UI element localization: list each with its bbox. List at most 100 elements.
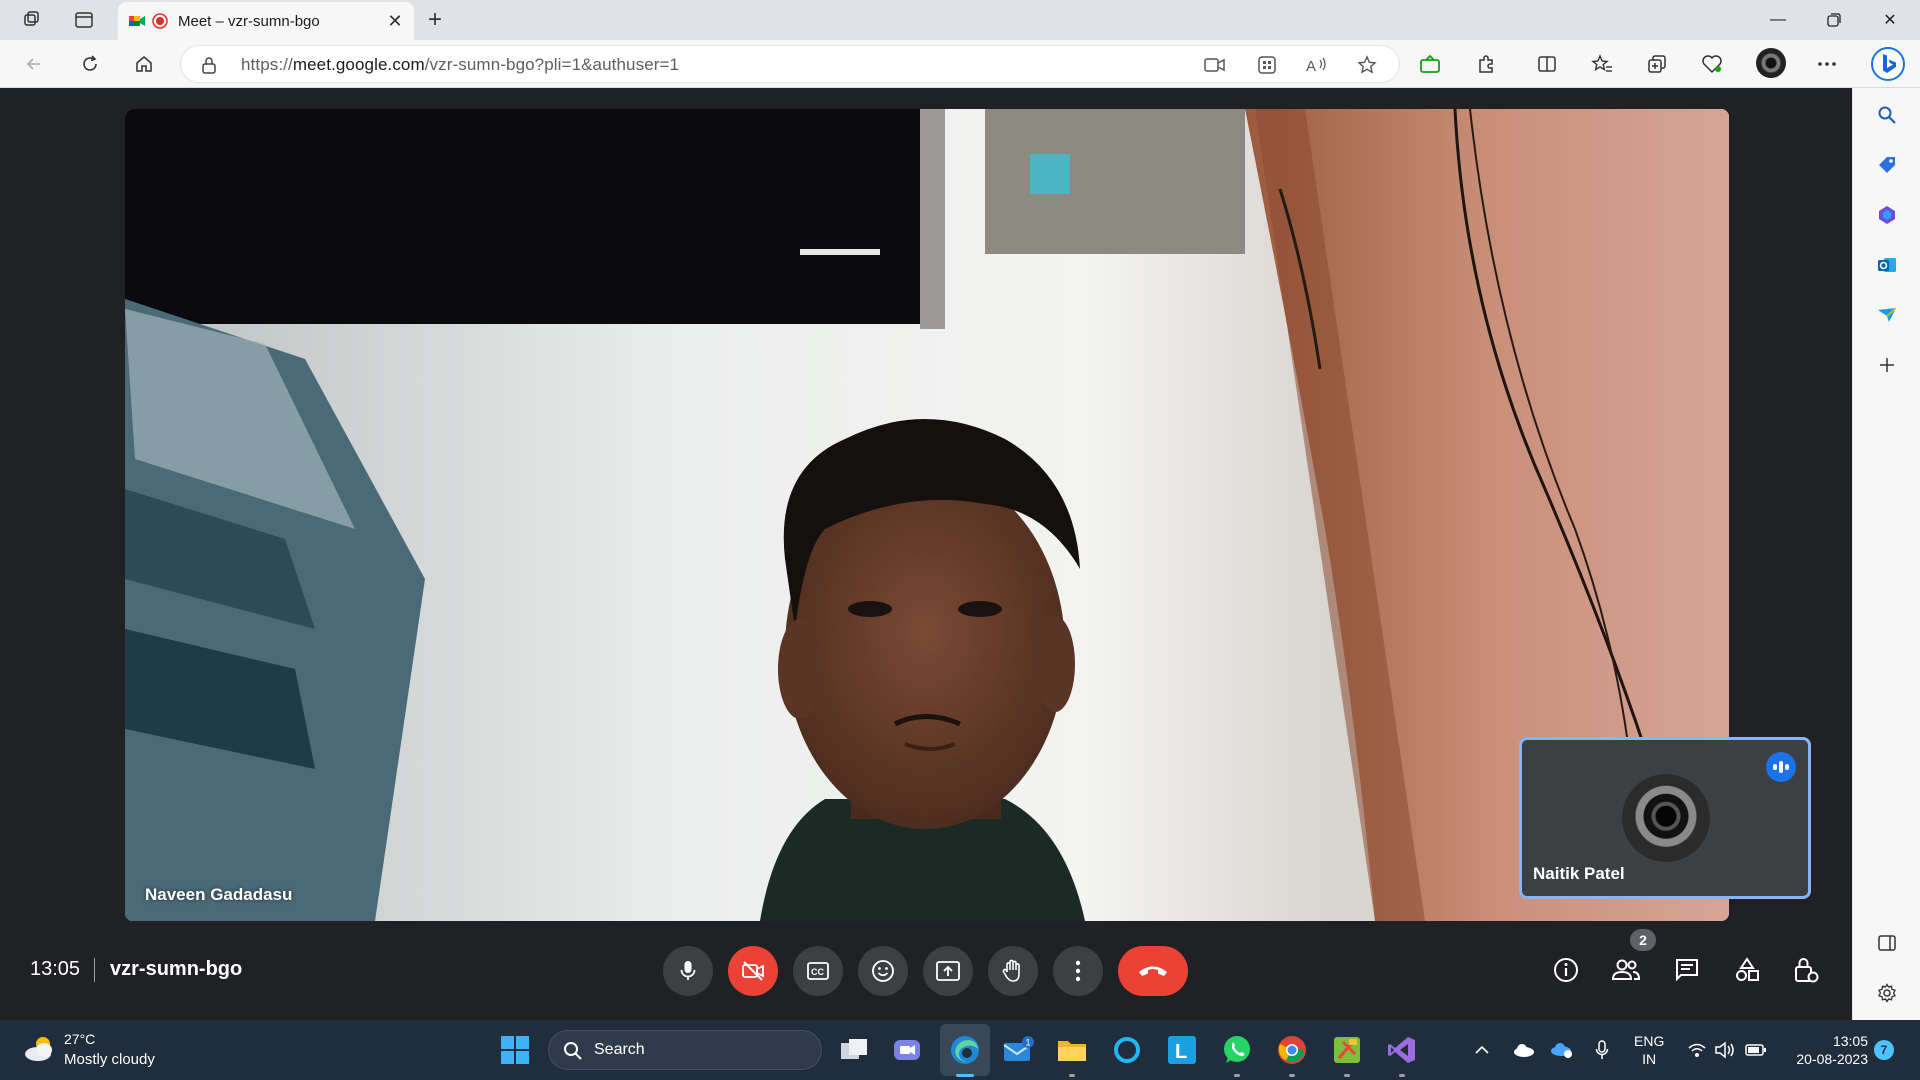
weather-description[interactable]: Mostly cloudy bbox=[64, 1051, 155, 1068]
taskbar-search[interactable]: Search bbox=[548, 1030, 822, 1070]
minimize-icon[interactable]: — bbox=[1750, 0, 1806, 40]
camera-toggle-button[interactable] bbox=[728, 946, 778, 996]
m365-icon[interactable] bbox=[1872, 200, 1902, 230]
cortana-icon[interactable] bbox=[1109, 1032, 1145, 1068]
volume-icon[interactable] bbox=[1713, 1038, 1737, 1062]
mic-icon bbox=[680, 961, 696, 980]
teams-chat-icon[interactable] bbox=[889, 1032, 925, 1068]
task-view-icon[interactable] bbox=[836, 1032, 872, 1068]
meeting-code[interactable]: vzr-sumn-bgo bbox=[110, 958, 242, 981]
notification-badge[interactable]: 7 bbox=[1874, 1040, 1894, 1060]
edge-sidebar bbox=[1852, 88, 1920, 1020]
start-icon[interactable] bbox=[497, 1032, 533, 1068]
explorer-running-dot bbox=[1069, 1074, 1075, 1077]
activities-button[interactable] bbox=[1725, 948, 1769, 992]
host-controls-button[interactable] bbox=[1784, 948, 1828, 992]
mail-badge: 1 bbox=[1026, 1038, 1031, 1048]
chat-button[interactable] bbox=[1665, 948, 1709, 992]
add-icon[interactable] bbox=[1872, 350, 1902, 380]
more-options-button[interactable] bbox=[1053, 946, 1103, 996]
raise-hand-button[interactable] bbox=[988, 946, 1038, 996]
search-icon bbox=[564, 1042, 582, 1060]
more-options-icon bbox=[1075, 960, 1081, 982]
whatsapp-icon[interactable] bbox=[1219, 1032, 1255, 1068]
outlook-icon[interactable] bbox=[1872, 250, 1902, 280]
vs-running-dot bbox=[1399, 1074, 1405, 1077]
restore-icon[interactable] bbox=[1806, 0, 1862, 40]
address-bar[interactable]: https://meet.google.com/vzr-sumn-bgo?pli… bbox=[180, 45, 1400, 83]
chrome-icon[interactable] bbox=[1274, 1032, 1310, 1068]
battery-icon[interactable] bbox=[1744, 1038, 1768, 1062]
chat-icon bbox=[1676, 959, 1698, 982]
new-tab-icon[interactable]: + bbox=[422, 8, 448, 32]
raise-hand-icon bbox=[1002, 959, 1020, 982]
emoji-icon bbox=[872, 960, 894, 982]
language-indicator[interactable]: ENG IN bbox=[1634, 1032, 1664, 1068]
profile-avatar[interactable] bbox=[1756, 48, 1786, 78]
camera-off-icon bbox=[742, 961, 764, 981]
onedrive-sync-icon[interactable] bbox=[1550, 1038, 1574, 1062]
favorites-icon[interactable] bbox=[1587, 49, 1617, 79]
read-aloud-icon[interactable]: A bbox=[1305, 53, 1329, 77]
browser-essentials-icon[interactable] bbox=[1697, 49, 1727, 79]
settings-icon[interactable] bbox=[1872, 978, 1902, 1008]
participant-avatar bbox=[1622, 774, 1710, 862]
meet-favicon-icon bbox=[129, 16, 145, 26]
activities-icon bbox=[1736, 957, 1759, 981]
present-button[interactable] bbox=[923, 946, 973, 996]
whatsapp-running-dot bbox=[1234, 1074, 1240, 1077]
tab-meet[interactable]: Meet – vzr-sumn-bgo ✕ bbox=[118, 2, 414, 40]
extension-green-icon[interactable] bbox=[1415, 49, 1445, 79]
main-participant-name: Naveen Gadadasu bbox=[145, 885, 293, 904]
collections-icon[interactable] bbox=[1642, 49, 1672, 79]
camera-feed bbox=[125, 109, 1729, 921]
favorite-star-icon[interactable] bbox=[1355, 53, 1379, 77]
captions-icon: CC bbox=[807, 962, 829, 980]
split-screen-icon[interactable] bbox=[1532, 49, 1562, 79]
chevron-up-icon[interactable] bbox=[1470, 1038, 1494, 1062]
language-code: ENG bbox=[1634, 1033, 1665, 1049]
edge-icon[interactable] bbox=[947, 1032, 983, 1068]
workspaces-icon[interactable] bbox=[14, 6, 50, 34]
cloudy-weather-icon[interactable] bbox=[22, 1034, 58, 1064]
people-button[interactable] bbox=[1604, 948, 1648, 992]
mic-button[interactable] bbox=[663, 946, 713, 996]
camera-icon[interactable] bbox=[1203, 53, 1227, 77]
pip-participant-name: Naitik Patel bbox=[1533, 864, 1625, 883]
participant-tile[interactable]: Naitik Patel bbox=[1519, 737, 1811, 899]
weather-temperature[interactable]: 27°C bbox=[64, 1031, 95, 1047]
url-text: https://meet.google.com/vzr-sumn-bgo?pli… bbox=[241, 55, 680, 74]
tab-close-icon[interactable]: ✕ bbox=[386, 11, 404, 32]
mail-icon[interactable]: 1 bbox=[1000, 1032, 1036, 1068]
microphone-tray-icon[interactable] bbox=[1590, 1038, 1614, 1062]
app-available-icon[interactable] bbox=[1255, 53, 1279, 77]
extensions-icon[interactable] bbox=[1471, 49, 1501, 79]
search-icon[interactable] bbox=[1872, 100, 1902, 130]
refresh-icon[interactable] bbox=[74, 48, 106, 80]
visual-studio-icon[interactable] bbox=[1384, 1032, 1420, 1068]
search-label: Search bbox=[594, 1041, 645, 1058]
svg-text:CC: CC bbox=[811, 967, 824, 977]
send-icon[interactable] bbox=[1872, 300, 1902, 330]
chrome-running-dot bbox=[1289, 1074, 1295, 1077]
file-explorer-icon[interactable] bbox=[1054, 1032, 1090, 1068]
shopping-tag-icon[interactable] bbox=[1872, 150, 1902, 180]
tab-actions-icon[interactable] bbox=[66, 6, 102, 34]
meeting-details-button[interactable] bbox=[1544, 948, 1588, 992]
tools-app-icon[interactable] bbox=[1329, 1032, 1365, 1068]
leave-call-button[interactable] bbox=[1118, 946, 1188, 996]
home-icon[interactable] bbox=[128, 48, 160, 80]
wifi-icon[interactable] bbox=[1685, 1038, 1709, 1062]
main-video-tile[interactable]: Naveen Gadadasu bbox=[125, 109, 1729, 921]
back-icon[interactable] bbox=[18, 48, 50, 80]
clock-date[interactable]: 13:05 20-08-2023 bbox=[1778, 1032, 1868, 1068]
onedrive-icon[interactable] bbox=[1512, 1038, 1536, 1062]
bing-copilot-icon[interactable] bbox=[1869, 45, 1907, 83]
close-window-icon[interactable]: ✕ bbox=[1862, 0, 1918, 40]
l-app-icon[interactable]: L bbox=[1164, 1032, 1200, 1068]
lock-icon[interactable] bbox=[201, 56, 217, 74]
more-icon[interactable] bbox=[1812, 49, 1842, 79]
reactions-button[interactable] bbox=[858, 946, 908, 996]
captions-button[interactable]: CC bbox=[793, 946, 843, 996]
hide-sidebar-icon[interactable] bbox=[1872, 928, 1902, 958]
